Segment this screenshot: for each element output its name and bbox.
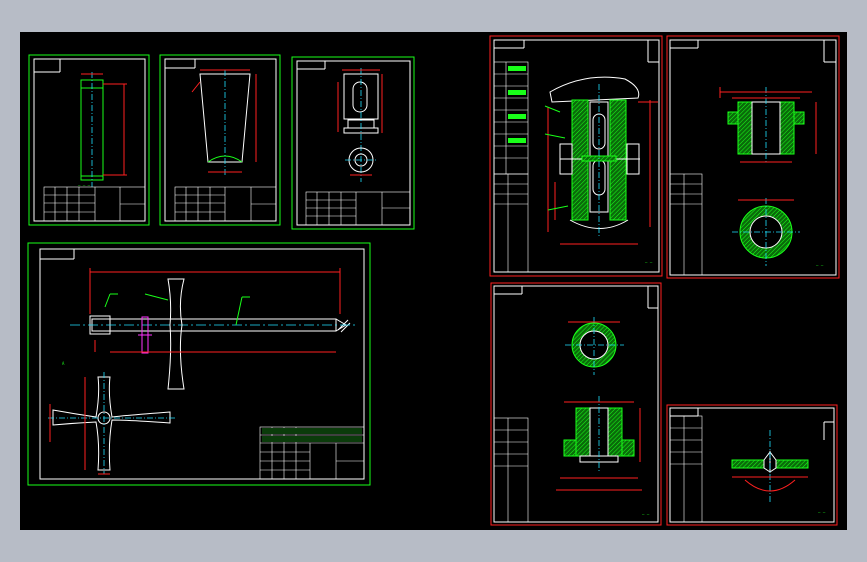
svg-text:— —: — — [642,512,650,517]
sheet-6-drawing[interactable]: — — [666,35,840,279]
sheet-3-drawing[interactable] [291,56,415,230]
svg-text:— —: — — [645,260,653,265]
svg-text:— —: — — [816,263,824,268]
sheet-8-drawing[interactable]: — — [666,404,838,526]
cad-drawing-canvas[interactable]: — — — A — — — — — — — — [20,32,847,530]
sheet-4-drawing[interactable]: A [27,242,371,486]
sheet-5-drawing[interactable]: — — [489,35,663,277]
sheet-2-drawing[interactable] [159,54,281,226]
cad-drawings: — — — A — — — — — — — — [27,35,840,526]
svg-text:— —: — — [818,510,826,515]
sheet-7-drawing[interactable]: — — [490,282,662,526]
svg-text:A: A [62,361,65,366]
sheet-1-drawing[interactable]: — — — [28,54,150,226]
